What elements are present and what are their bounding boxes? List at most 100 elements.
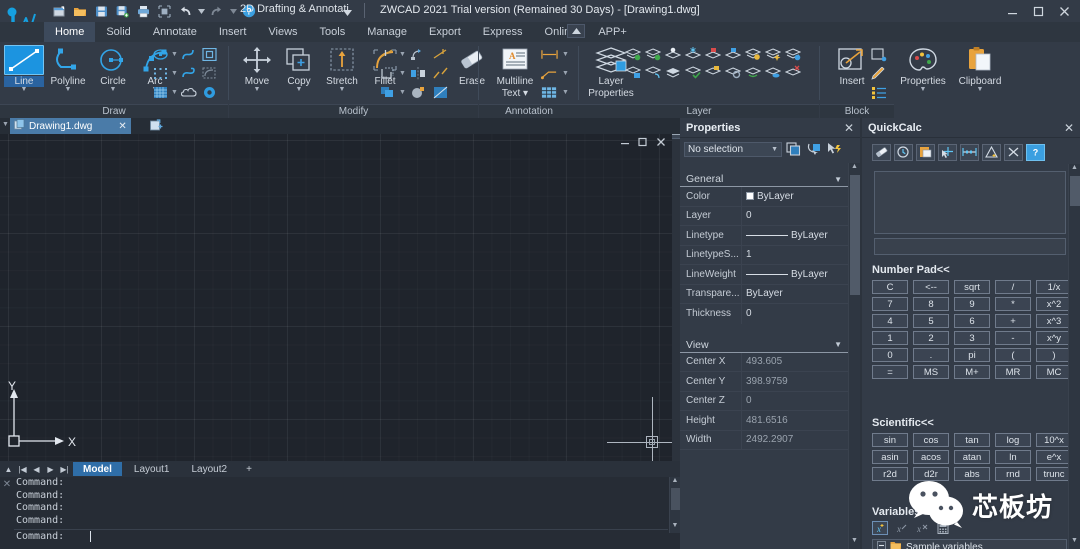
key-pi[interactable]: pi [954,348,990,362]
properties-palette-button[interactable]: Properties ▼ [895,45,951,93]
command-window-close-icon[interactable]: ✕ [0,477,14,549]
layer-delete-icon[interactable] [784,63,801,80]
move-button[interactable]: Move ▼ [235,45,279,93]
undo-icon[interactable] [176,2,194,20]
drawing-canvas[interactable]: X Y [0,134,672,461]
key-9[interactable]: 9 [954,297,990,311]
key-open-paren[interactable]: ( [995,348,1031,362]
properties-close-icon[interactable]: ✕ [844,122,854,134]
block-attribute-icon[interactable] [870,84,887,101]
print-icon[interactable] [134,2,152,20]
rectangle-icon[interactable] [201,46,218,63]
leader-dropdown-icon[interactable]: ▼ [562,70,569,77]
undo-dropdown-icon[interactable] [197,2,205,20]
tab-annotate[interactable]: Annotate [142,22,208,42]
break-icon[interactable] [432,65,449,82]
point-dropdown-icon[interactable]: ▼ [171,70,178,77]
key-sqrt[interactable]: sqrt [954,280,990,294]
ellipse-dropdown-icon[interactable]: ▼ [171,51,178,58]
layer-freeze-icon[interactable] [684,45,701,62]
tab-express[interactable]: Express [472,22,534,42]
linear-dimension-icon[interactable] [541,46,558,63]
key-cos[interactable]: cos [913,433,949,447]
key-log[interactable]: log [995,433,1031,447]
property-row-layer[interactable]: Layer 0 [680,206,848,226]
distance-between-points-icon[interactable] [960,143,979,161]
key-4[interactable]: 4 [872,314,908,328]
tab-manage[interactable]: Manage [356,22,418,42]
multiline-text-button[interactable]: A Multiline Text ▾ [489,45,541,99]
leader-icon[interactable] [541,65,558,82]
layer-unlock-all-icon[interactable] [784,45,801,62]
stretch-dropdown-icon[interactable]: ▼ [320,86,364,93]
layer-match-icon[interactable] [624,63,641,80]
donut-icon[interactable] [201,84,218,101]
key-memory-store[interactable]: MS [913,365,949,379]
property-value[interactable]: ByLayer [742,265,848,284]
key-backspace[interactable]: <-- [913,280,949,294]
key-plus[interactable]: + [995,314,1031,328]
print-preview-icon[interactable] [155,2,173,20]
angle-of-line-icon[interactable] [982,143,1001,161]
layer-merge-icon[interactable] [664,63,681,80]
key-sin[interactable]: sin [872,433,908,447]
key-divide[interactable]: / [995,280,1031,294]
command-scrollbar[interactable]: ▲ ▼ [669,477,680,533]
layer-on-icon[interactable] [744,45,761,62]
layout-prev-icon[interactable]: ◀ [30,462,43,476]
key-3[interactable]: 3 [954,331,990,345]
key-memory-add[interactable]: M+ [954,365,990,379]
properties-dropdown-icon[interactable]: ▼ [895,86,951,93]
key-square[interactable]: x^2 [1036,297,1072,311]
property-value[interactable]: ByLayer [742,187,848,206]
polygon-icon[interactable] [180,65,197,82]
minimize-button[interactable] [1000,2,1024,20]
circle-button[interactable]: Circle ▼ [91,45,135,93]
key-r2d[interactable]: r2d [872,467,908,481]
region-icon[interactable] [201,65,218,82]
key-1[interactable]: 1 [872,331,908,345]
key-8[interactable]: 8 [913,297,949,311]
properties-scroll-up-icon[interactable]: ▲ [849,163,860,175]
command-scroll-thumb[interactable] [671,488,680,510]
layer-change-icon[interactable] [744,63,761,80]
key-0[interactable]: 0 [872,348,908,362]
trim-dropdown-icon[interactable]: ▼ [399,51,406,58]
history-icon[interactable] [894,143,913,161]
layout-last-icon[interactable]: ▶| [58,462,71,476]
key-close-paren[interactable]: ) [1036,348,1072,362]
key-cube[interactable]: x^3 [1036,314,1072,328]
section-header-view[interactable]: View ▼ [680,338,848,353]
tab-home[interactable]: Home [44,22,96,42]
layer-unlock-icon[interactable] [724,45,741,62]
document-tab-drawing1[interactable]: Drawing1.dwg ✕ [10,118,131,134]
get-coordinates-icon[interactable] [938,143,957,161]
property-row-linetype[interactable]: Linetype ByLayer [680,226,848,246]
variables-tree[interactable]: Sample variables [872,539,1067,549]
array-dropdown-icon[interactable]: ▼ [399,89,406,96]
hatch-dropdown-icon[interactable]: ▼ [171,89,178,96]
quickcalc-expression-display[interactable] [874,171,1066,234]
key-memory-recall[interactable]: MR [995,365,1031,379]
tab-appplus[interactable]: APP+ [587,22,637,42]
polyline-dropdown-icon[interactable]: ▼ [46,86,90,93]
pick-add-icon[interactable] [825,141,842,158]
property-row-height[interactable]: Height 481.6516 [680,411,848,431]
insert-block-button[interactable]: Insert [830,45,874,87]
key-power[interactable]: x^y [1036,331,1072,345]
workspace-selector[interactable]: 2D Drafting & Annotati [240,3,350,19]
tab-export[interactable]: Export [418,22,472,42]
edit-variable-icon[interactable]: x [893,521,909,535]
property-row-color[interactable]: Color ByLayer [680,187,848,207]
property-row-center-y[interactable]: Center Y 398.9759 [680,372,848,392]
quickcalc-scroll-thumb[interactable] [1070,176,1080,206]
key-asin[interactable]: asin [872,450,908,464]
layer-states-icon[interactable] [724,63,741,80]
table-dropdown-icon[interactable]: ▼ [562,89,569,96]
tab-tools[interactable]: Tools [309,22,357,42]
line-button[interactable]: Line ▼ [4,45,44,93]
close-button[interactable] [1052,2,1076,20]
layer-lock-icon[interactable] [704,45,721,62]
new-drawing-icon[interactable] [150,119,164,133]
table-icon[interactable] [541,84,558,101]
